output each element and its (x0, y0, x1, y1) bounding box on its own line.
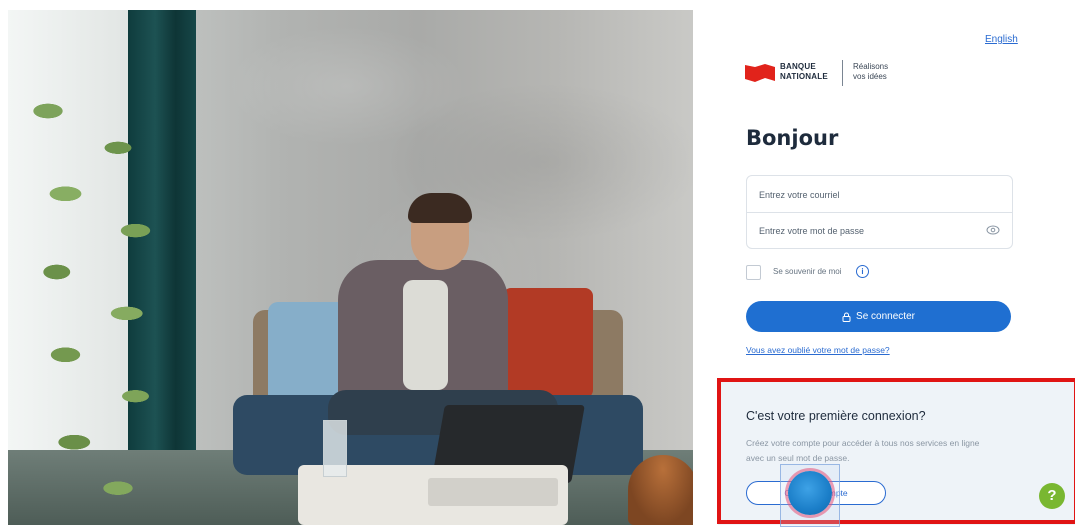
plant (13, 65, 188, 525)
logo-line1: BANQUE (780, 62, 816, 71)
remember-label: Se souvenir de moi (773, 267, 842, 276)
logo-wordmark: BANQUE NATIONALE (780, 62, 828, 82)
help-button[interactable]: ? (1039, 483, 1065, 509)
first-connection-description: Créez votre compte pour accéder à tous n… (746, 438, 980, 463)
lock-icon (842, 312, 851, 322)
bank-logo: BANQUE NATIONALE Réalisons vos idées (745, 58, 925, 94)
connect-button[interactable]: Se connecter (746, 301, 1011, 332)
eye-icon[interactable] (986, 224, 1000, 236)
tagline-line1: Réalisons (853, 62, 889, 71)
info-icon[interactable]: i (856, 265, 869, 278)
first-connection-title: C'est votre première connexion? (746, 409, 926, 423)
person-shirt (403, 280, 448, 390)
person-hair (408, 193, 472, 223)
login-fields (746, 175, 1013, 249)
logo-line2: NATIONALE (780, 72, 828, 81)
create-account-button[interactable]: Créer un compte (746, 481, 886, 505)
page-title: Bonjour (746, 126, 839, 150)
pillow-red (503, 288, 593, 398)
logo-tagline: Réalisons vos idées (853, 62, 888, 82)
stool (628, 455, 693, 525)
remember-checkbox[interactable] (746, 265, 761, 280)
glass (323, 420, 347, 477)
notebook (428, 478, 558, 506)
email-field[interactable] (747, 177, 1012, 212)
password-field[interactable] (747, 213, 1012, 248)
logo-separator (842, 60, 843, 86)
flag-icon (745, 64, 775, 82)
language-link[interactable]: English (985, 34, 1018, 45)
tagline-line2: vos idées (853, 72, 887, 81)
hero-photo (8, 10, 693, 525)
forgot-password-link[interactable]: Vous avez oublié votre mot de passe? (746, 345, 890, 355)
connect-label: Se connecter (856, 311, 915, 322)
